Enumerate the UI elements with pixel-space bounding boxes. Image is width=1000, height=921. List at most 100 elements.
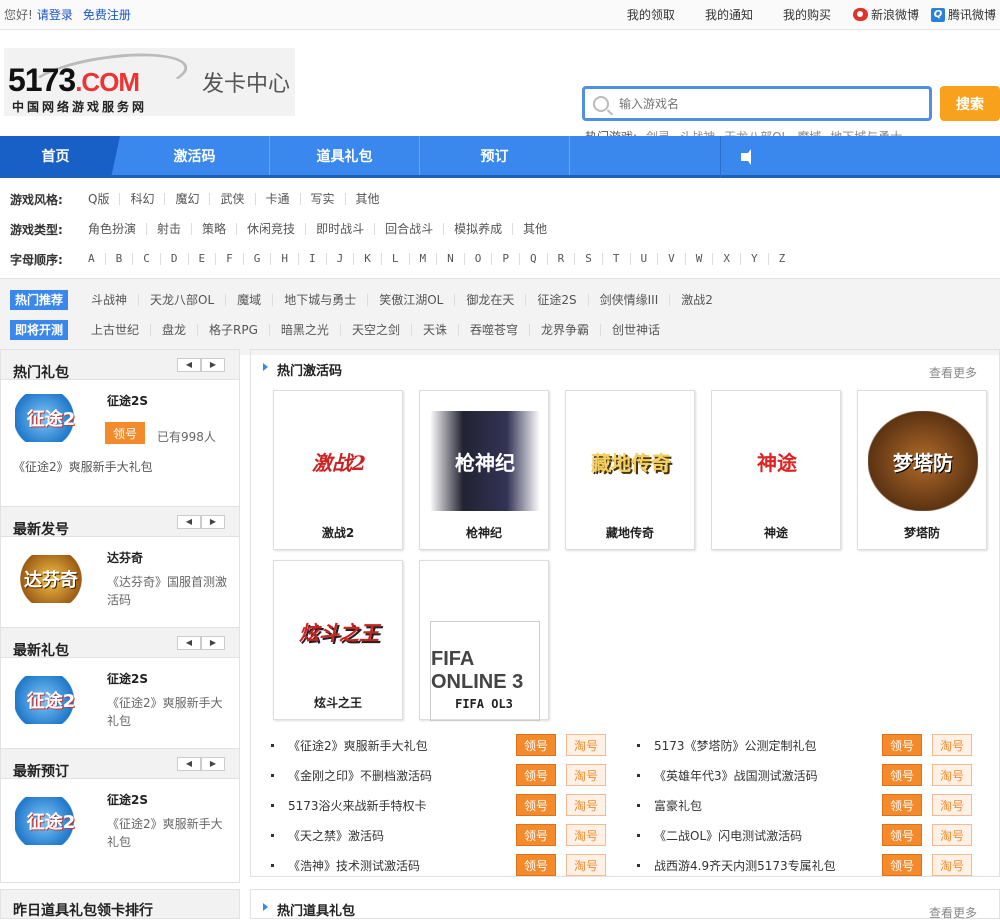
filter-style-option[interactable]: 魔幻	[165, 193, 211, 205]
code-title-link[interactable]: 战西游4.9齐天内测5173专属礼包	[654, 857, 874, 874]
hot-recommend-link[interactable]: 天龙八部OL	[139, 294, 227, 306]
claim-button[interactable]: 领号	[882, 734, 922, 756]
filter-letter-option[interactable]: I	[299, 253, 327, 265]
filter-type-option[interactable]: 休闲竞技	[237, 223, 307, 235]
claim-button[interactable]: 领号	[516, 794, 556, 816]
hot-recommend-link[interactable]: 魔域	[226, 294, 274, 306]
coming-soon-link[interactable]: 吞噬苍穹	[459, 324, 530, 336]
tao-button[interactable]: 淘号	[932, 734, 972, 756]
gift-description[interactable]: 《征途2》爽服新手大礼包	[13, 458, 153, 475]
gift-description[interactable]: 《征途2》爽服新手大礼包	[107, 815, 231, 851]
code-title-link[interactable]: 《二战OL》闪电测试激活码	[654, 827, 874, 844]
game-name[interactable]: 征途2S	[107, 670, 148, 687]
filter-letter-option[interactable]: X	[713, 253, 741, 265]
filter-type-option[interactable]: 射击	[147, 223, 193, 235]
game-card[interactable]: 藏地传奇 藏地传奇	[565, 390, 695, 550]
filter-style-option[interactable]: 科幻	[120, 193, 166, 205]
filter-letter-option[interactable]: Q	[520, 253, 548, 265]
hot-recommend-link[interactable]: 激战2	[670, 294, 724, 306]
pager-next-button[interactable]: ▶	[201, 636, 225, 650]
coming-soon-link[interactable]: 创世神话	[601, 324, 671, 336]
coming-soon-link[interactable]: 龙界争霸	[530, 324, 601, 336]
filter-type-option[interactable]: 回合战斗	[375, 223, 445, 235]
claim-button[interactable]: 领号	[516, 764, 556, 786]
filter-letter-option[interactable]: N	[437, 253, 465, 265]
hot-recommend-link[interactable]: 笑傲江湖OL	[368, 294, 456, 306]
tao-button[interactable]: 淘号	[566, 794, 606, 816]
filter-style-option[interactable]: 写实	[301, 193, 346, 205]
filter-letter-option[interactable]: J	[327, 253, 355, 265]
game-name[interactable]: 征途2S	[107, 791, 148, 808]
coming-soon-link[interactable]: 盘龙	[151, 324, 199, 336]
tab-item-gift[interactable]: 道具礼包	[270, 136, 420, 175]
search-button[interactable]: 搜索	[940, 86, 1000, 121]
tab-activation-code[interactable]: 激活码	[120, 136, 270, 175]
code-title-link[interactable]: 5173浴火来战新手特权卡	[288, 797, 508, 814]
login-link[interactable]: 请登录	[37, 6, 73, 23]
hot-recommend-link[interactable]: 征途2S	[526, 294, 589, 306]
view-more-link[interactable]: 查看更多	[929, 364, 977, 381]
code-title-link[interactable]: 《金刚之印》不删档激活码	[288, 767, 508, 784]
tao-button[interactable]: 淘号	[932, 794, 972, 816]
sina-weibo-link[interactable]: 新浪微博	[852, 6, 919, 23]
filter-letter-option[interactable]: O	[465, 253, 493, 265]
hot-recommend-link[interactable]: 剑侠情缘III	[589, 294, 671, 306]
game-name[interactable]: 征途2S	[107, 392, 148, 409]
filter-letter-option[interactable]: R	[548, 253, 576, 265]
filter-type-option[interactable]: 模拟养成	[444, 223, 514, 235]
filter-type-option[interactable]: 策略	[192, 223, 238, 235]
game-thumbnail[interactable]: 达芬奇	[15, 555, 87, 603]
filter-style-option[interactable]: 武侠	[210, 193, 256, 205]
hot-recommend-link[interactable]: 斗战神	[80, 294, 140, 306]
tao-button[interactable]: 淘号	[932, 824, 972, 846]
pager-next-button[interactable]: ▶	[201, 515, 225, 529]
view-more-link[interactable]: 查看更多	[929, 904, 977, 921]
gift-description[interactable]: 《征途2》爽服新手大礼包	[107, 694, 231, 730]
coming-soon-link[interactable]: 格子RPG	[198, 324, 270, 336]
filter-style-option[interactable]: Q版	[78, 193, 121, 205]
filter-letter-option[interactable]: L	[382, 253, 410, 265]
filter-letter-option[interactable]: V	[658, 253, 686, 265]
filter-type-option[interactable]: 即时战斗	[306, 223, 376, 235]
filter-letter-option[interactable]: U	[631, 253, 659, 265]
game-card[interactable]: 炫斗之王 炫斗之王	[273, 560, 403, 720]
filter-type-option[interactable]: 其他	[513, 223, 557, 235]
coming-soon-link[interactable]: 上古世纪	[80, 324, 152, 336]
claim-button[interactable]: 领号	[516, 854, 556, 876]
tao-button[interactable]: 淘号	[566, 824, 606, 846]
filter-style-option[interactable]: 卡通	[256, 193, 301, 205]
tab-preorder[interactable]: 预订	[420, 136, 570, 175]
my-claims-link[interactable]: 我的领取	[627, 6, 675, 23]
game-thumbnail[interactable]: 征途2	[15, 394, 87, 442]
filter-letter-option[interactable]: Y	[741, 253, 769, 265]
filter-letter-option[interactable]: S	[575, 253, 603, 265]
game-card[interactable]: FIFA ONLINE 3 FIFA OL3	[419, 560, 549, 721]
coming-soon-link[interactable]: 天空之剑	[341, 324, 412, 336]
hot-recommend-link[interactable]: 地下城与勇士	[273, 294, 369, 306]
my-purchases-link[interactable]: 我的购买	[783, 6, 831, 23]
tao-button[interactable]: 淘号	[932, 854, 972, 876]
game-name[interactable]: 达芬奇	[107, 549, 143, 566]
pager-next-button[interactable]: ▶	[201, 358, 225, 372]
code-title-link[interactable]: 《征途2》爽服新手大礼包	[288, 737, 508, 754]
my-notifications-link[interactable]: 我的通知	[705, 6, 753, 23]
filter-style-option[interactable]: 其他	[346, 193, 390, 205]
tab-home[interactable]: 首页	[0, 136, 120, 178]
code-title-link[interactable]: 《英雄年代3》战国测试激活码	[654, 767, 874, 784]
claim-button[interactable]: 领号	[105, 422, 145, 444]
filter-letter-option[interactable]: D	[161, 253, 189, 265]
filter-letter-option[interactable]: C	[133, 253, 161, 265]
coming-soon-link[interactable]: 暗黑之光	[270, 324, 341, 336]
code-title-link[interactable]: 《天之禁》激活码	[288, 827, 508, 844]
tencent-weibo-link[interactable]: Q 腾讯微博	[930, 6, 996, 23]
claim-button[interactable]: 领号	[516, 734, 556, 756]
claim-button[interactable]: 领号	[882, 854, 922, 876]
pager-prev-button[interactable]: ◀	[177, 636, 201, 650]
code-title-link[interactable]: 《浩神》技术测试激活码	[288, 857, 508, 874]
filter-letter-option[interactable]: B	[106, 253, 134, 265]
game-card[interactable]: 激战2 激战2	[273, 390, 403, 550]
game-card[interactable]: 枪神纪 枪神纪	[419, 390, 549, 550]
game-thumbnail[interactable]: 征途2	[15, 676, 87, 724]
speaker-icon[interactable]	[741, 149, 751, 165]
claim-button[interactable]: 领号	[516, 824, 556, 846]
